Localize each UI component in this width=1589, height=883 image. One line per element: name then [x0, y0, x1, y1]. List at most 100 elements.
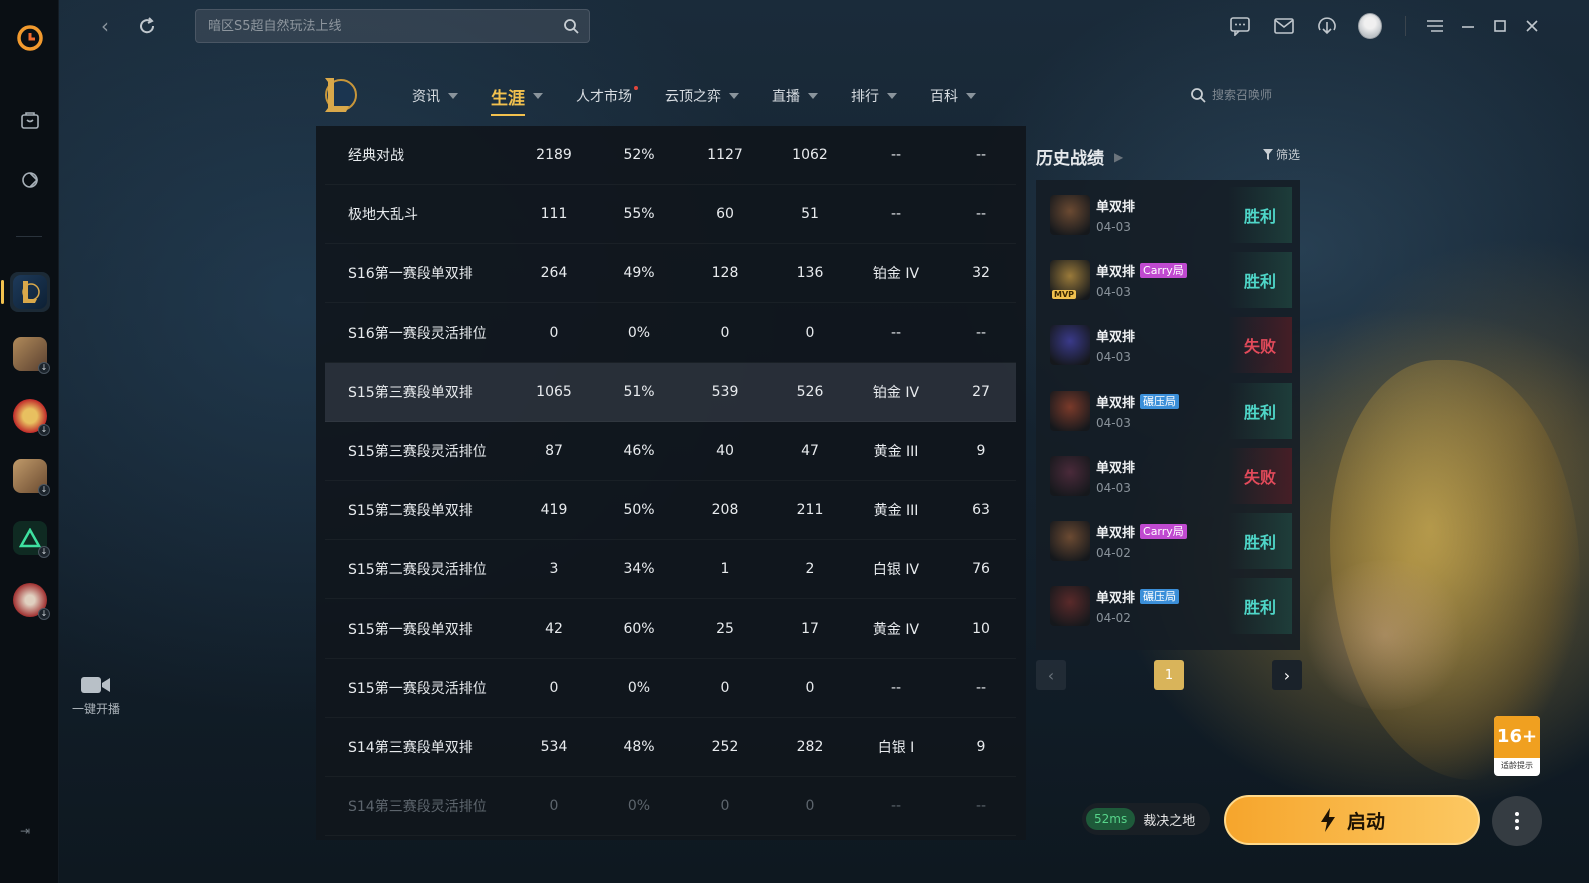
mail-icon[interactable] [1272, 14, 1296, 38]
mvp-badge: MVP [1052, 290, 1077, 300]
table-row[interactable]: S15第三赛段单双排 1065 51% 539 526 铂金 IV 27 [325, 362, 1016, 422]
queue-mode-cell: S15第二赛段灵活排位 [348, 562, 487, 579]
last-cell: 9 [976, 739, 986, 755]
one-click-stream-button[interactable]: 一键开播 [68, 674, 124, 717]
table-row[interactable]: S15第一赛段单双排 42 60% 25 17 黄金 IV 10 [325, 600, 1016, 659]
match-mode: 单双排 [1096, 200, 1136, 215]
back-icon[interactable]: ‹ [93, 14, 117, 38]
mascot-art-detail [1300, 560, 1470, 710]
tab-wiki[interactable]: 百科 [930, 82, 976, 110]
global-search[interactable] [195, 9, 590, 43]
lol-logo-icon[interactable] [319, 74, 359, 116]
match-history-item[interactable]: 单双排 04-03 失败 [1046, 317, 1292, 374]
winrate-cell: 50% [623, 502, 655, 519]
table-row[interactable]: S15第一赛段灵活排位 0 0% 0 0 -- -- [325, 659, 1016, 718]
collapse-sidebar-icon[interactable]: ⇥ [20, 824, 30, 838]
table-row[interactable]: S15第三赛段灵活排位 87 46% 40 47 黄金 III 9 [325, 422, 1016, 481]
tab-tft[interactable]: 云顶之弈 [665, 82, 739, 110]
search-icon[interactable] [563, 18, 579, 38]
page-number-button[interactable]: 1 [1154, 660, 1184, 690]
match-history-item[interactable]: 单双排 04-03 胜利 [1046, 187, 1292, 243]
wins-cell: 0 [720, 798, 730, 815]
winrate-cell: 34% [623, 561, 655, 578]
table-row[interactable]: S14第三赛段灵活排位 0 0% 0 0 -- -- [325, 777, 1016, 837]
close-icon[interactable] [1520, 14, 1544, 38]
tab-news[interactable]: 资讯 [412, 82, 458, 110]
last-cell: -- [975, 206, 987, 223]
game-cf-icon[interactable]: ↓ [10, 396, 50, 436]
age-rating-badge: 16+ 适龄提示 [1494, 716, 1540, 776]
history-title[interactable]: 历史战绩 ▶ [1036, 144, 1123, 169]
filter-button[interactable]: 筛选 [1263, 146, 1300, 163]
tab-career[interactable]: 生涯 [491, 82, 543, 116]
match-history-item[interactable]: 单双排 碾压局 04-02 胜利 [1046, 578, 1292, 635]
table-row[interactable]: 经典对战 2189 52% 1127 1062 -- -- [325, 126, 1016, 185]
match-date: 04-03 [1096, 285, 1131, 300]
match-mode: 单双排 [1096, 265, 1136, 281]
total-cell: 0 [549, 324, 559, 341]
tab-talent-market[interactable]: 人才市场 [576, 82, 638, 110]
game-team-icon[interactable]: ↓ [10, 334, 50, 374]
refresh-icon[interactable] [135, 14, 159, 38]
losses-cell: 1062 [792, 147, 828, 163]
minimize-icon[interactable] [1456, 14, 1480, 38]
match-mode: 单双排 [1096, 395, 1136, 411]
rank-cell: 黄金 III [873, 503, 919, 520]
match-history-item[interactable]: 单双排 Carry局 04-02 胜利 [1046, 513, 1292, 569]
store-bag-icon[interactable] [10, 100, 50, 140]
chat-icon[interactable] [1228, 14, 1252, 38]
table-row[interactable]: S14第三赛段单双排 534 48% 252 282 白银 I 9 [325, 718, 1016, 777]
game-lol-icon[interactable] [1, 272, 50, 312]
winrate-cell: 48% [623, 739, 655, 755]
app-logo-icon[interactable] [10, 18, 50, 58]
tab-ranking[interactable]: 排行 [851, 82, 897, 110]
table-row[interactable]: S16第一赛段单双排 264 49% 128 136 铂金 IV 32 [325, 244, 1016, 304]
match-result: 胜利 [1228, 252, 1292, 309]
menu-icon[interactable] [1423, 14, 1447, 38]
queue-mode-cell: S14第三赛段灵活排位 [348, 799, 487, 816]
user-avatar[interactable] [1358, 13, 1382, 39]
champion-avatar [1050, 390, 1090, 431]
game-valorant-icon[interactable]: ↓ [10, 518, 50, 558]
queue-mode-cell: S15第一赛段单双排 [348, 621, 473, 638]
match-history-item[interactable]: 单双排 碾压局 04-03 胜利 [1046, 382, 1292, 439]
game-library-icon[interactable] [10, 160, 50, 200]
table-row[interactable]: S15第二赛段灵活排位 3 34% 1 2 白银 IV 76 [325, 540, 1016, 600]
page-next-button[interactable]: › [1272, 660, 1302, 690]
rank-cell: 铂金 IV [872, 266, 920, 283]
match-history-item[interactable]: 单双排 04-03 失败 [1046, 447, 1292, 504]
download-icon: ↓ [38, 484, 50, 496]
table-row[interactable]: S16第一赛段灵活排位 0 0% 0 0 -- -- [325, 304, 1016, 363]
tab-live[interactable]: 直播 [772, 82, 818, 110]
wins-cell: 208 [711, 502, 739, 519]
last-cell: -- [975, 798, 987, 815]
game-other-icon[interactable]: ↓ [10, 580, 50, 620]
page-prev-button[interactable]: ‹ [1036, 660, 1066, 690]
game-team2-icon[interactable]: ↓ [10, 456, 50, 496]
server-selector[interactable]: 52ms 裁决之地 [1082, 803, 1210, 835]
queue-mode-cell: S15第三赛段单双排 [348, 384, 473, 401]
last-cell: 76 [972, 561, 990, 578]
more-options-button[interactable] [1492, 796, 1542, 846]
match-history-item[interactable]: MVP 单双排 Carry局 04-03 胜利 [1046, 252, 1292, 309]
download-manager-icon[interactable] [1315, 14, 1339, 38]
stream-label: 一键开播 [71, 702, 120, 716]
last-cell: -- [975, 679, 987, 696]
table-row[interactable]: S15第二赛段单双排 419 50% 208 211 黄金 III 63 [325, 481, 1016, 541]
last-cell: -- [975, 147, 987, 163]
losses-cell: 526 [796, 383, 824, 400]
winrate-cell: 49% [623, 265, 655, 282]
rank-cell: 白银 I [877, 740, 915, 756]
lol-nav-tabs: 资讯 生涯 人才市场 云顶之弈 直播 排行 百科 [412, 82, 1009, 116]
launch-button[interactable]: 启动 [1224, 795, 1480, 845]
wins-cell: 128 [711, 265, 739, 282]
table-row[interactable]: 极地大乱斗 111 55% 60 51 -- -- [325, 185, 1016, 245]
losses-cell: 0 [805, 798, 815, 815]
summoner-search[interactable]: 搜索召唤师 [1190, 86, 1272, 103]
losses-cell: 17 [801, 620, 819, 637]
match-mode: 单双排 [1096, 591, 1136, 607]
total-cell: 2189 [536, 147, 572, 163]
global-search-input[interactable] [196, 10, 536, 42]
maximize-icon[interactable] [1488, 14, 1512, 38]
download-icon: ↓ [38, 424, 50, 436]
